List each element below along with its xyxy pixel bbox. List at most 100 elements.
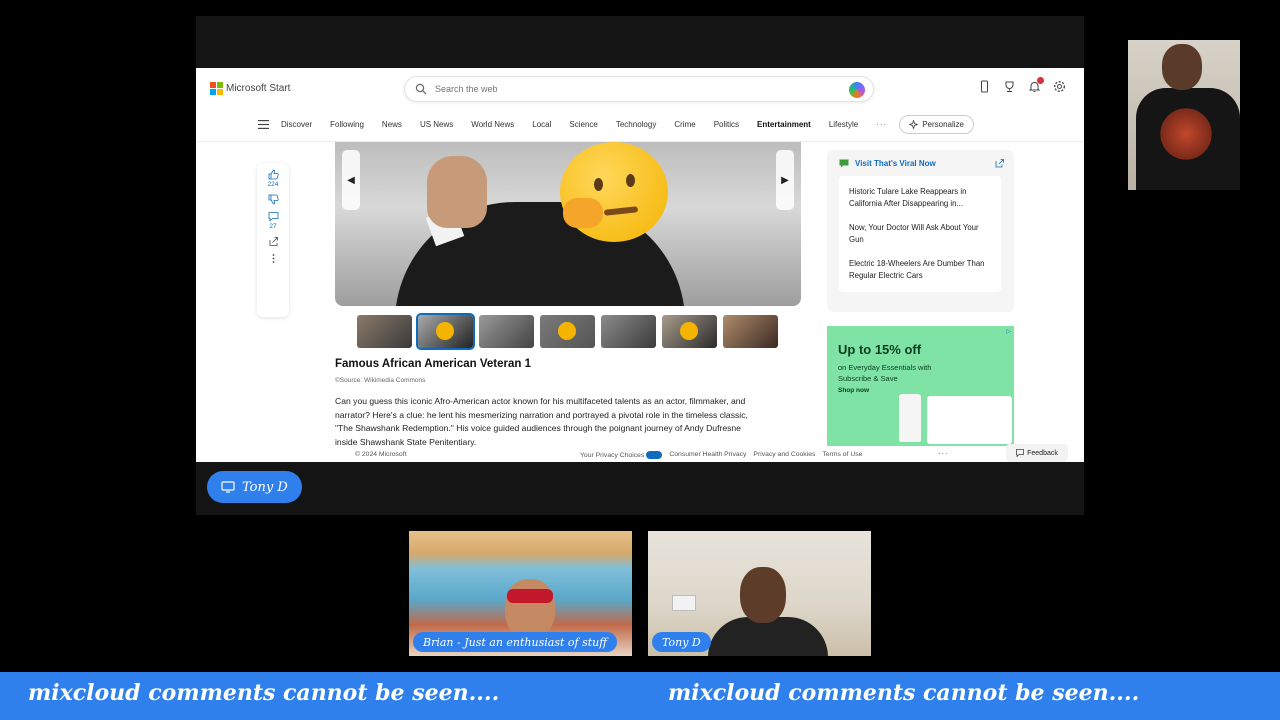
chat-icon [839,159,849,168]
prev-slide-button[interactable]: ◀ [342,150,360,210]
share-top-bar [196,16,1084,68]
stream-stage: Microsoft Start Search the web Discover … [0,0,1280,720]
share-icon [269,237,278,246]
more-icon [272,254,274,263]
screen-share: Microsoft Start Search the web Discover … [196,16,1084,515]
participant-name: Tony D [652,632,711,652]
page-footer: © 2024 Microsoft Your Privacy Choices Co… [196,444,1084,462]
ticker-message: mixcloud comments cannot be seen.... [28,680,500,706]
ms-logo[interactable]: Microsoft Start [210,82,291,95]
thumbnail[interactable] [357,315,412,348]
viral-item[interactable]: Now, Your Doctor Will Ask About Your Gun [839,216,1001,252]
nav-item-politics[interactable]: Politics [714,120,739,129]
slideshow-image[interactable]: ◀ ▶ [335,142,801,306]
like-icon [268,169,279,180]
thumbnail[interactable] [540,315,595,348]
menu-icon[interactable] [258,119,269,129]
participant-tile: Tony D [648,531,871,656]
ad-subtitle: on Everyday Essentials with Subscribe & … [838,363,932,383]
nav-item-news[interactable]: News [382,120,402,129]
nav-item-science[interactable]: Science [569,120,597,129]
slide-hand [427,156,487,228]
thumbnail[interactable] [723,315,778,348]
privacy-toggle-icon [646,451,663,459]
viral-list: Historic Tulare Lake Reappears in Califo… [839,176,1001,292]
image-source: ©Source: Wikimedia Commons [335,377,426,384]
dislike-button[interactable] [268,194,279,205]
share-label-text: Tony D [242,479,288,495]
nav-item-local[interactable]: Local [532,120,551,129]
screen-share-label: Tony D [207,471,302,503]
category-nav: Discover Following News US News World Ne… [196,112,1084,136]
comment-button[interactable]: 27 [268,211,279,230]
search-bar[interactable] [404,76,874,102]
more-options-button[interactable] [268,253,279,264]
viral-module: Visit That's Viral Now Historic Tulare L… [827,150,1014,312]
share-button[interactable] [268,236,279,247]
nav-item-lifestyle[interactable]: Lifestyle [829,120,858,129]
notifications-button[interactable] [1028,77,1044,93]
ms-header: Microsoft Start [196,68,1084,108]
ad-choices-icon[interactable]: ▷ [1006,328,1011,335]
viral-heading[interactable]: Visit That's Viral Now [839,159,936,168]
nav-item-discover[interactable]: Discover [281,120,312,129]
participant-name: Brian - Just an enthusiast of stuff [413,632,618,652]
comment-icon [268,212,278,222]
copyright: © 2024 Microsoft [355,451,407,458]
nav-item-following[interactable]: Following [330,120,364,129]
nav-item-crime[interactable]: Crime [674,120,695,129]
external-link-icon[interactable] [995,159,1004,168]
footer-more-button[interactable]: ··· [938,449,949,458]
viral-heading-label: Visit That's Viral Now [855,159,936,168]
nav-more-button[interactable]: ··· [876,120,887,129]
slide-thumbnails [357,313,778,350]
search-icon [415,83,427,95]
ticker-message: mixcloud comments cannot be seen.... [668,680,1140,706]
thumbnail[interactable] [662,315,717,348]
feedback-button[interactable]: Feedback [1006,444,1068,462]
nav-item-technology[interactable]: Technology [616,120,656,129]
ad-cta[interactable]: Shop now [838,387,869,394]
article-body: Can you guess this iconic Afro-American … [335,396,748,447]
comment-ticker: mixcloud comments cannot be seen.... mix… [0,672,1280,720]
footer-link-privacy-choices[interactable]: Your Privacy Choices [580,451,663,459]
like-button[interactable]: 224 [268,169,279,188]
like-count: 224 [267,181,279,188]
ad-title: Up to 15% off [838,342,922,357]
brand-label: Microsoft Start [226,82,291,94]
gear-icon[interactable] [1053,80,1066,93]
advertisement[interactable]: ▷ Up to 15% off on Everyday Essentials w… [827,326,1014,446]
thumbnail[interactable] [479,315,534,348]
footer-link[interactable]: Consumer Health Privacy [669,451,746,459]
notification-badge [1037,77,1044,84]
footer-link[interactable]: Terms of Use [822,451,862,459]
trophy-icon[interactable] [1003,80,1016,93]
thumbnail[interactable] [601,315,656,348]
spray-bottle-image [899,394,921,442]
phone-icon[interactable] [978,80,991,93]
nav-item-world-news[interactable]: World News [471,120,514,129]
article-title: Famous African American Veteran 1 [335,358,531,370]
emoji-hand [563,198,603,228]
product-image [927,396,1012,444]
nav-item-us-news[interactable]: US News [420,120,453,129]
monitor-icon [221,481,235,493]
viral-item[interactable]: Historic Tulare Lake Reappears in Califo… [839,180,1001,216]
personalize-button[interactable]: Personalize [899,114,974,134]
participant-tile: Brian - Just an enthusiast of stuff [409,531,632,656]
webcam-host [1128,40,1240,190]
viral-item[interactable]: Electric 18-Wheelers Are Dumber Than Reg… [839,252,1001,288]
copilot-icon[interactable] [849,82,865,98]
search-input[interactable] [435,84,815,94]
nav-item-entertainment[interactable]: Entertainment [757,120,811,129]
thumbnail-active[interactable] [416,313,475,350]
microsoft-logo-icon [210,82,223,95]
feedback-icon [1016,449,1025,457]
footer-link[interactable]: Privacy and Cookies [753,451,815,459]
feedback-label: Feedback [1027,449,1058,457]
sparkle-icon [909,119,919,129]
next-slide-button[interactable]: ▶ [776,150,794,210]
personalize-label: Personalize [922,119,964,129]
dislike-icon [268,194,279,205]
action-rail: 224 27 [257,163,289,317]
